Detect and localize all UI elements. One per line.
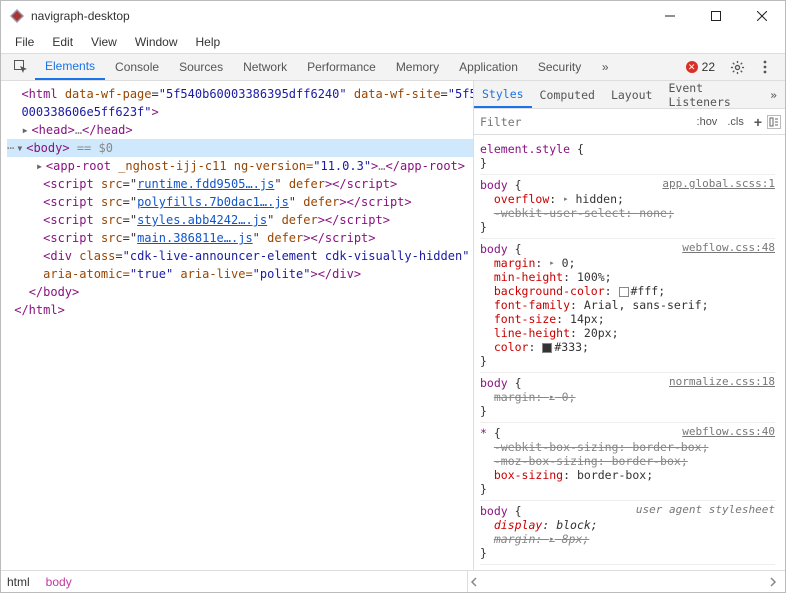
styles-filterbar: :hov .cls + [474, 109, 785, 135]
error-indicator[interactable]: ✕ 22 [686, 54, 715, 80]
crumb-html[interactable]: html [7, 575, 30, 589]
dom-html-close[interactable]: </html> [7, 301, 473, 319]
tab-network[interactable]: Network [233, 54, 297, 80]
more-tabs-icon[interactable]: » [591, 54, 619, 80]
error-count: 22 [702, 60, 715, 74]
menu-help[interactable]: Help [188, 33, 229, 51]
color-swatch-icon[interactable] [542, 343, 552, 353]
dom-html-open-cont[interactable]: 000338606e5ff623f"> [7, 103, 473, 121]
dom-tree-panel[interactable]: <html data-wf-page="5f540b60003386395dff… [1, 81, 473, 570]
source-link[interactable]: webflow.css:40 [682, 425, 775, 438]
rule-normalize-body[interactable]: normalize.css:18 body { margin: ▸ 0; } [480, 373, 775, 423]
hov-toggle[interactable]: :hov [692, 116, 723, 128]
source-link[interactable]: app.global.scss:1 [662, 177, 775, 190]
menu-file[interactable]: File [7, 33, 42, 51]
dom-head[interactable]: ▸<head>…</head> [7, 121, 473, 139]
dom-script-2[interactable]: <script src="styles.abb4242….js" defer><… [7, 211, 473, 229]
devtools-tabbar: Elements Console Sources Network Perform… [1, 53, 785, 81]
rule-ua-body[interactable]: user agent stylesheet body { display: bl… [480, 501, 775, 565]
rule-webflow-star[interactable]: webflow.css:40 * { -webkit-box-sizing: b… [480, 423, 775, 501]
settings-gear-icon[interactable] [723, 54, 751, 80]
window-close-button[interactable] [739, 1, 785, 31]
styles-tab-styles[interactable]: Styles [474, 81, 532, 108]
crumb-body[interactable]: body [46, 575, 72, 589]
app-menubar: File Edit View Window Help [1, 31, 785, 53]
tab-performance[interactable]: Performance [297, 54, 386, 80]
color-swatch-icon[interactable] [619, 287, 629, 297]
dom-html-open[interactable]: <html data-wf-page="5f540b60003386395dff… [7, 85, 473, 103]
dom-body-close[interactable]: </body> [7, 283, 473, 301]
dom-script-0[interactable]: <script src="runtime.fdd9505….js" defer>… [7, 175, 473, 193]
styles-tab-eventlisteners[interactable]: Event Listeners [660, 81, 762, 108]
new-rule-button[interactable]: + [749, 114, 767, 130]
styles-tab-computed[interactable]: Computed [532, 81, 603, 108]
dom-breadcrumbs: html body [1, 570, 785, 592]
menu-view[interactable]: View [83, 33, 125, 51]
styles-rules-list[interactable]: element.style { } app.global.scss:1 body… [474, 135, 785, 570]
styles-filter-input[interactable] [474, 111, 692, 133]
dom-div-line1[interactable]: <div class="cdk-live-announcer-element c… [7, 247, 473, 265]
scroll-left-icon[interactable] [468, 576, 480, 588]
source-link[interactable]: normalize.css:18 [669, 375, 775, 388]
styles-more-tabs-icon[interactable]: » [762, 81, 785, 108]
app-icon [9, 8, 25, 24]
rule-app-global[interactable]: app.global.scss:1 body { overflow: ▸ hid… [480, 175, 775, 239]
dom-script-1[interactable]: <script src="polyfills.7b0dac1….js" defe… [7, 193, 473, 211]
tab-memory[interactable]: Memory [386, 54, 449, 80]
cls-toggle[interactable]: .cls [722, 116, 749, 128]
styles-tabbar: Styles Computed Layout Event Listeners » [474, 81, 785, 109]
tab-console[interactable]: Console [105, 54, 169, 80]
inspect-element-icon[interactable] [7, 54, 35, 80]
source-link[interactable]: webflow.css:48 [682, 241, 775, 254]
tab-security[interactable]: Security [528, 54, 591, 80]
dom-body-open[interactable]: ▾<body> == $0 [7, 139, 473, 157]
menu-window[interactable]: Window [127, 33, 186, 51]
styles-panel: Styles Computed Layout Event Listeners »… [473, 81, 785, 570]
window-maximize-button[interactable] [693, 1, 739, 31]
toggle-computed-icon[interactable] [767, 115, 781, 129]
styles-tab-layout[interactable]: Layout [603, 81, 661, 108]
window-title: navigraph-desktop [31, 9, 130, 23]
window-minimize-button[interactable] [647, 1, 693, 31]
rule-element-style[interactable]: element.style { } [480, 139, 775, 175]
menu-edit[interactable]: Edit [44, 33, 81, 51]
dom-script-3[interactable]: <script src="main.386811e….js" defer></s… [7, 229, 473, 247]
dom-div-line2[interactable]: aria-atomic="true" aria-live="polite"></… [7, 265, 473, 283]
tab-elements[interactable]: Elements [35, 54, 105, 80]
window-titlebar: navigraph-desktop [1, 1, 785, 31]
dom-app-root[interactable]: ▸<app-root _nghost-ijj-c11 ng-version="1… [7, 157, 473, 175]
source-ua-label: user agent stylesheet [636, 503, 775, 516]
kebab-menu-icon[interactable] [751, 54, 779, 80]
error-dot-icon: ✕ [686, 61, 698, 73]
rule-webflow-body[interactable]: webflow.css:48 body { margin: ▸ 0; min-h… [480, 239, 775, 373]
rule-inherited-header: Inherited from [480, 565, 775, 570]
tab-sources[interactable]: Sources [169, 54, 233, 80]
scroll-right-icon[interactable] [767, 576, 779, 588]
tab-application[interactable]: Application [449, 54, 528, 80]
